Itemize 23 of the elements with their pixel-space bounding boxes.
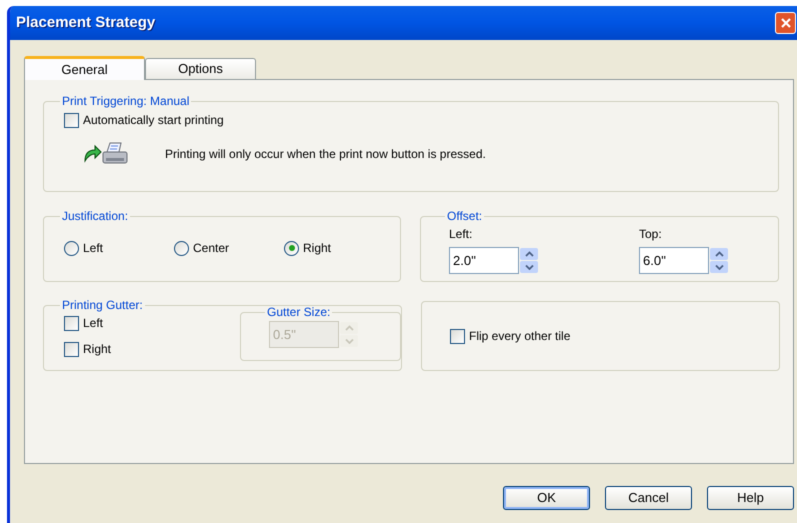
group-title: Justification: — [61, 208, 130, 225]
tab[interactable]: Options — [145, 58, 256, 79]
dialog-button[interactable]: Help — [707, 486, 794, 510]
window-title: Placement Strategy — [16, 12, 156, 33]
dialog-button[interactable]: OK — [503, 486, 590, 510]
group-title: Printing Gutter: — [61, 297, 144, 314]
radio-label: Left — [83, 240, 104, 257]
tab[interactable]: General — [24, 56, 145, 80]
checkbox-label: Flip every other tile — [469, 328, 570, 345]
checkbox-label: Left — [83, 315, 104, 332]
checkbox-label: Automatically start printing — [83, 112, 224, 129]
radio-label: Center — [193, 240, 230, 257]
group-title: Gutter Size: — [266, 304, 332, 321]
dialog-button[interactable]: Cancel — [605, 486, 692, 510]
radio-label: Right — [303, 240, 332, 257]
checkbox-label: Right — [83, 341, 112, 358]
field-label: Left: — [449, 226, 474, 243]
info-text: Printing will only occur when the print now button is pressed. — [165, 146, 486, 163]
group-title: Print Triggering: Manual — [61, 93, 190, 110]
group-title: Offset: — [446, 208, 484, 225]
field-label: Top: — [639, 226, 663, 243]
input-field[interactable]: 2.0'' — [449, 247, 519, 274]
input-field[interactable]: 6.0'' — [639, 247, 709, 274]
